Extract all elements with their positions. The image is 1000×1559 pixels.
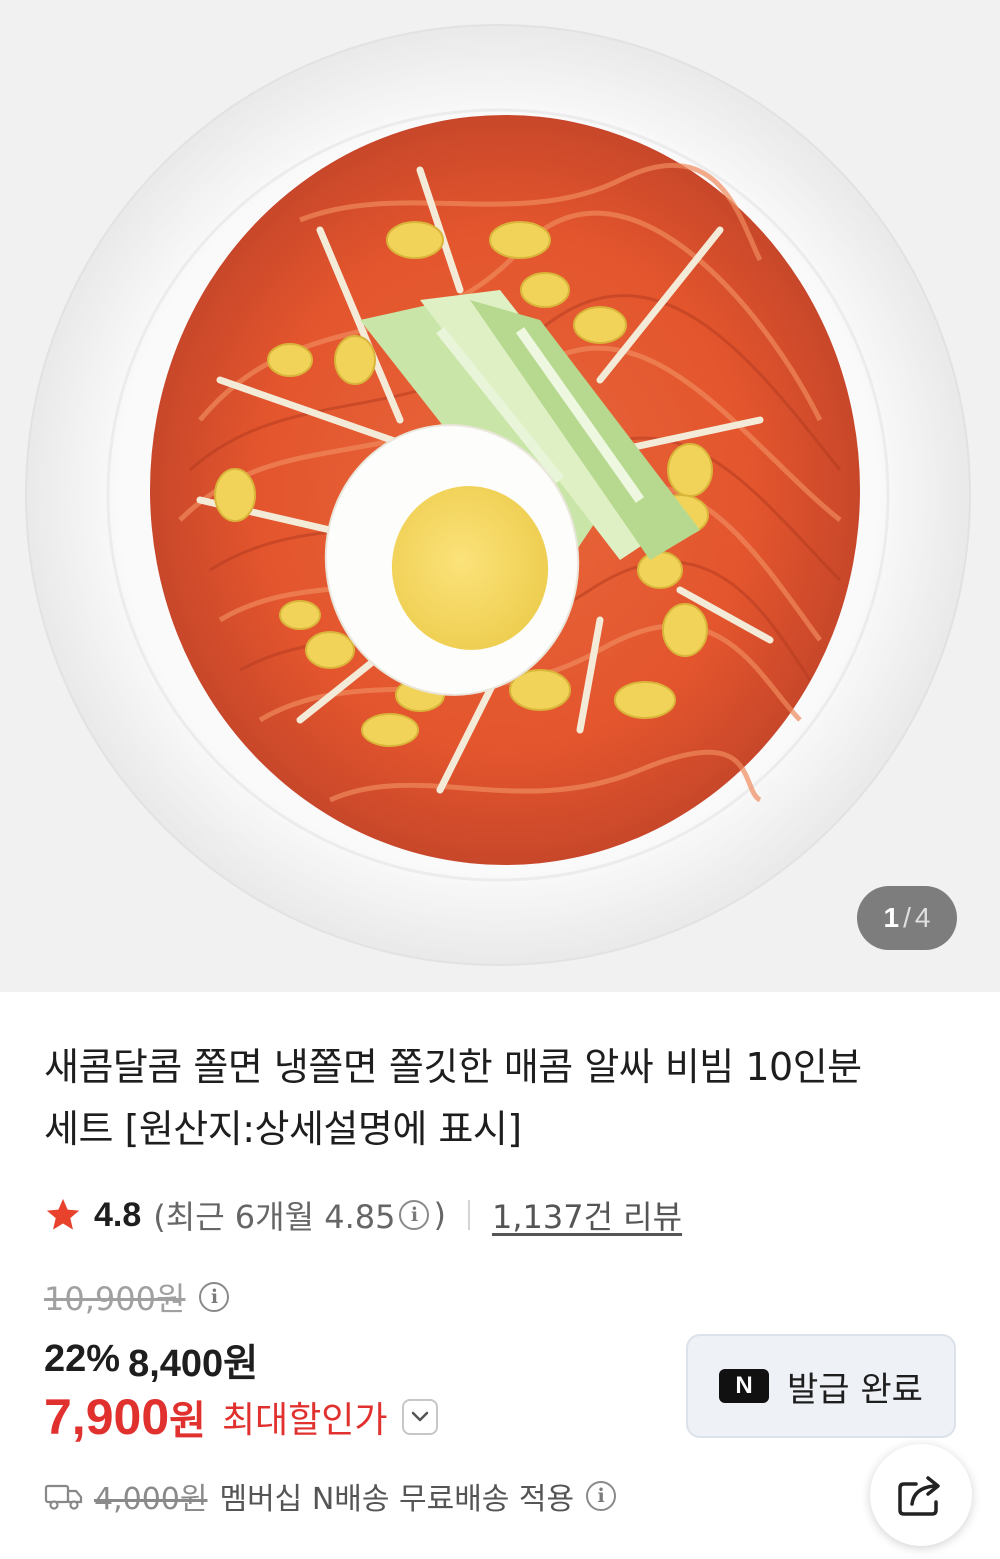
image-counter-current: 1: [883, 902, 900, 933]
shipping-message: 멤버십 N배송 무료배송 적용: [219, 1482, 575, 1517]
shipping-info-icon[interactable]: i: [586, 1481, 617, 1511]
original-price: 10,900원: [44, 1280, 186, 1318]
coupon-issued-button[interactable]: N 발급 완료: [686, 1334, 956, 1438]
product-image[interactable]: 1 / 4: [0, 0, 1000, 992]
final-price: 7,900: [44, 1389, 170, 1445]
original-price-row: 10,900원 i: [44, 1274, 233, 1320]
old-shipping-fee: 4,000원: [94, 1482, 208, 1517]
share-button[interactable]: [870, 1444, 972, 1546]
recent-rating-close: ): [433, 1196, 446, 1234]
final-price-label: 최대할인가: [221, 1400, 388, 1441]
reviews-link[interactable]: 1,137건 리뷰: [492, 1192, 682, 1238]
final-price-unit: 원: [169, 1398, 206, 1444]
discounted-price: 8,400원: [128, 1343, 259, 1385]
info-icon[interactable]: i: [399, 1200, 430, 1230]
image-counter: 1 / 4: [857, 886, 957, 950]
product-title-line1: 새콤달콤 쫄면 냉쫄면 쫄깃한 매콤 알싸 비빔 10인분: [44, 1045, 862, 1089]
recent-rating-text: (최근 6개월 4.85: [153, 1198, 396, 1236]
rating-score: 4.8: [94, 1195, 142, 1234]
chevron-down-icon[interactable]: [401, 1399, 438, 1435]
discount-row: 22% 8,400원: [44, 1332, 258, 1387]
final-price-row: 7,900 원 최대할인가: [44, 1388, 438, 1446]
truck-icon: [44, 1484, 83, 1510]
shipping-row: 4,000원 멤버십 N배송 무료배송 적용 i: [44, 1474, 620, 1518]
discount-percent: 22%: [44, 1338, 121, 1380]
image-counter-separator: /: [903, 902, 911, 933]
naver-n-logo: N: [719, 1369, 770, 1403]
image-counter-total: 4: [914, 902, 931, 933]
star-icon: [46, 1198, 80, 1230]
price-info-icon[interactable]: i: [199, 1282, 230, 1312]
divider: [467, 1200, 470, 1230]
product-photo: [25, 24, 971, 966]
share-icon: [898, 1476, 940, 1516]
coupon-issued-label: 발급 완료: [787, 1369, 923, 1410]
product-title: 새콤달콤 쫄면 냉쫄면 쫄깃한 매콤 알싸 비빔 10인분 세트 [원산지:상세…: [44, 1036, 944, 1160]
product-title-line2: 세트 [원산지:상세설명에 표시]: [44, 1107, 522, 1151]
rating-row: 4.8 (최근 6개월 4.85 i ) 1,137건 리뷰: [44, 1192, 682, 1238]
